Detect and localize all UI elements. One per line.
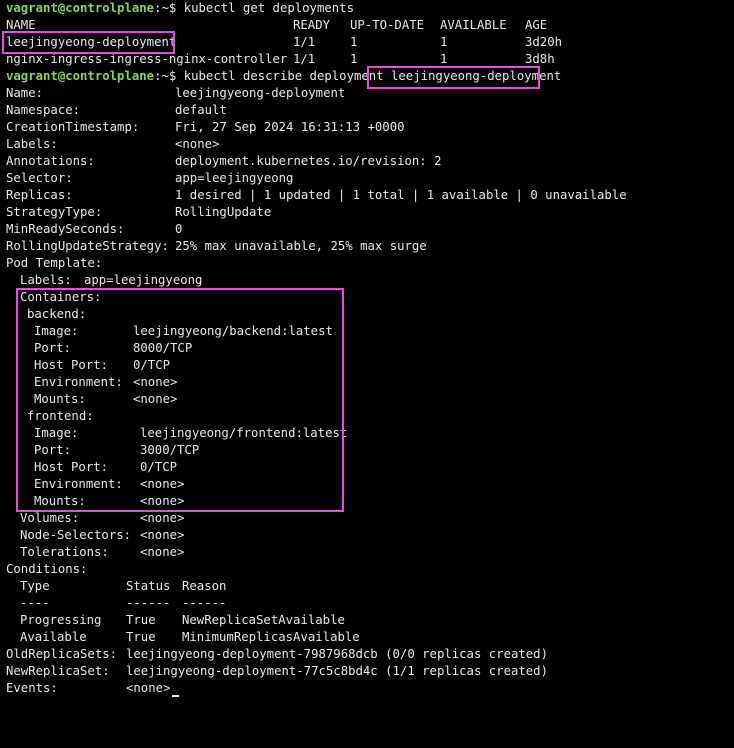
prompt-line-1: vagrant@controlplane:~$ kubectl get depl…: [0, 0, 354, 17]
table-header: NAME READY UP-TO-DATE AVAILABLE AGE: [0, 17, 547, 34]
backend-host-port: Host Port: 0/TCP: [34, 358, 171, 372]
backend-environment: Environment: <none>: [34, 375, 178, 389]
field-node-selectors: Node-Selectors: <none>: [20, 528, 185, 542]
field-strategy-type: StrategyType: RollingUpdate: [6, 205, 272, 219]
terminal-window[interactable]: vagrant@controlplane:~$ kubectl get depl…: [0, 0, 734, 698]
prompt-separator: :~$: [154, 69, 184, 83]
field-name: Name: leejingyeong-deployment: [6, 86, 346, 100]
prompt-line-2: vagrant@controlplane:~$ kubectl describe…: [0, 68, 561, 85]
frontend-host-port: Host Port: 0/TCP: [34, 460, 178, 474]
table-row: leejingyeong-deployment 1/1 1 1 3d20h: [6, 35, 563, 49]
field-pod-labels: Labels: app=leejingyeong: [20, 273, 203, 287]
field-conditions: Conditions:: [6, 562, 88, 576]
prompt-user-host: vagrant@controlplane: [6, 69, 155, 83]
frontend-image: Image: leejingyeong/frontend:latest: [34, 426, 348, 440]
frontend-port: Port: 3000/TCP: [34, 443, 200, 457]
command-target: leejingyeong-deployment: [391, 69, 562, 83]
field-min-ready-seconds: MinReadySeconds: 0: [6, 222, 183, 236]
col-available: AVAILABLE: [440, 18, 507, 32]
table-row: nginx-ingress-ingress-nginx-controller 1…: [6, 52, 555, 66]
col-name: NAME: [6, 18, 36, 32]
command-text: kubectl get deployments: [183, 1, 354, 15]
prompt-user-host: vagrant@controlplane: [6, 1, 155, 15]
field-volumes: Volumes: <none>: [20, 511, 185, 525]
col-ready: READY: [293, 18, 331, 32]
command-text: kubectl describe deployment: [183, 69, 391, 83]
terminal-cursor: [172, 695, 180, 697]
field-old-replica-sets: OldReplicaSets: leejingyeong-deployment-…: [6, 647, 548, 661]
field-selector: Selector: app=leejingyeong: [6, 171, 294, 185]
field-replicas: Replicas: 1 desired | 1 updated | 1 tota…: [6, 188, 627, 202]
prompt-separator: :~$: [154, 1, 184, 15]
field-rolling-update-strategy: RollingUpdateStrategy: 25% max unavailab…: [6, 239, 427, 253]
field-namespace: Namespace: default: [6, 103, 227, 117]
field-tolerations: Tolerations: <none>: [20, 545, 185, 559]
container-frontend: frontend:: [27, 409, 94, 423]
field-pod-template: Pod Template:: [6, 256, 103, 270]
frontend-mounts: Mounts: <none>: [34, 494, 185, 508]
conditions-separator: ---- ------ ------: [20, 596, 227, 610]
field-creation-timestamp: CreationTimestamp: Fri, 27 Sep 2024 16:3…: [6, 120, 405, 134]
field-annotations: Annotations: deployment.kubernetes.io/re…: [6, 154, 442, 168]
col-uptodate: UP-TO-DATE: [350, 18, 425, 32]
container-backend: backend:: [27, 307, 87, 321]
backend-image: Image: leejingyeong/backend:latest: [34, 324, 333, 338]
field-new-replica-set: NewReplicaSet: leejingyeong-deployment-7…: [6, 664, 548, 678]
conditions-header: Type Status Reason: [20, 579, 227, 593]
backend-mounts: Mounts: <none>: [34, 392, 178, 406]
frontend-environment: Environment: <none>: [34, 477, 185, 491]
condition-row: Available True MinimumReplicasAvailable: [20, 630, 360, 644]
field-events: Events: <none>: [0, 680, 180, 697]
backend-port: Port: 8000/TCP: [34, 341, 193, 355]
field-containers: Containers:: [20, 290, 102, 304]
col-age: AGE: [525, 18, 548, 32]
condition-row: Progressing True NewReplicaSetAvailable: [20, 613, 345, 627]
field-labels: Labels: <none>: [6, 137, 220, 151]
